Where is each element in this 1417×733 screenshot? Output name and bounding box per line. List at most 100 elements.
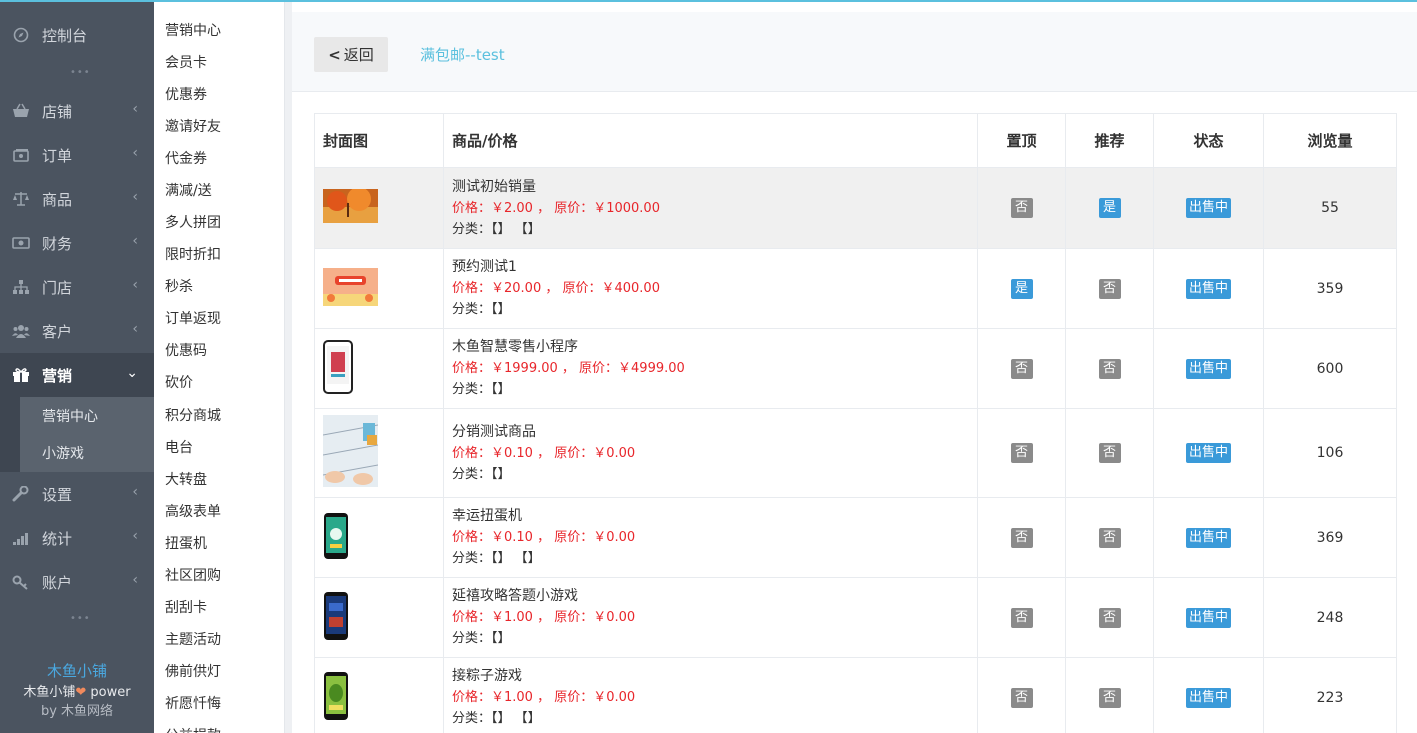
status-badge[interactable]: 出售中 <box>1185 358 1231 379</box>
view-count: 106 <box>1316 445 1344 461</box>
menu2-item[interactable]: 优惠券 <box>165 84 207 104</box>
rec-badge[interactable]: 否 <box>1098 443 1121 463</box>
menu2-item[interactable]: 订单返现 <box>165 308 221 328</box>
product-thumbnail[interactable] <box>323 267 443 310</box>
column-header-status: 状态 <box>1153 113 1264 168</box>
product-thumbnail[interactable] <box>323 339 443 398</box>
menu2-item[interactable]: 砍价 <box>165 372 193 392</box>
rec-badge[interactable]: 否 <box>1098 527 1121 548</box>
menu2-item[interactable]: 社区团购 <box>165 565 221 585</box>
menu2-item[interactable]: 会员卡 <box>165 52 207 72</box>
rec-badge[interactable]: 否 <box>1098 687 1121 708</box>
heart-icon: ❤ <box>75 685 87 700</box>
menu2-item[interactable]: 电台 <box>165 437 193 457</box>
back-button[interactable]: < 返回 <box>314 37 388 72</box>
footer-brand[interactable]: 木鱼小铺 <box>0 660 154 681</box>
recommend-cell: 否 <box>1065 577 1154 658</box>
table-row[interactable]: 接粽子游戏 价格：￥1.00 ， 原价：￥0.00 分类：【】 【】 否 否 出售中 223 <box>314 657 1397 733</box>
sidebar-item-marketing[interactable]: 营销 ⌄ <box>0 353 154 397</box>
top-badge[interactable]: 否 <box>1010 443 1033 463</box>
menu2-item[interactable]: 祈愿忏悔 <box>165 693 221 713</box>
product-name[interactable]: 幸运扭蛋机 <box>452 506 977 527</box>
product-price: 价格：￥1.00 ， 原价：￥0.00 <box>452 690 636 705</box>
table-row[interactable]: 幸运扭蛋机 价格：￥0.10 ， 原价：￥0.00 分类：【】 【】 否 否 出售中 369 <box>314 497 1397 578</box>
product-thumbnail[interactable] <box>323 512 443 564</box>
product-category: 分类：【】 【】 <box>452 221 541 237</box>
menu2-item[interactable]: 限时折扣 <box>165 244 221 264</box>
menu2-item[interactable]: 邀请好友 <box>165 116 221 136</box>
sidebar-item-orders[interactable]: 订单 ‹ <box>0 133 154 177</box>
sidebar-item-settings[interactable]: 设置 ‹ <box>0 472 154 516</box>
sidebar-item-label: 控制台 <box>42 27 88 45</box>
table-row[interactable]: 分销测试商品 价格：￥0.10 ， 原价：￥0.00 分类：【】 否 否 出售中 106 <box>314 408 1397 498</box>
top-badge[interactable]: 否 <box>1010 198 1033 218</box>
table-row[interactable]: 木鱼智慧零售小程序 价格：￥1999.00 ， 原价：￥4999.00 分类：【】 否… <box>314 328 1397 409</box>
views-cell: 369 <box>1263 497 1397 578</box>
top-badge[interactable]: 否 <box>1010 607 1033 628</box>
menu2-item[interactable]: 刮刮卡 <box>165 597 207 617</box>
table-row[interactable]: 预约测试1 价格：￥20.00 ， 原价：￥400.00 分类：【】 是 否 出售中 359 <box>314 248 1397 329</box>
product-name[interactable]: 测试初始销量 <box>452 177 977 198</box>
footer-by: by 木鱼网络 <box>0 700 154 719</box>
product-name[interactable]: 木鱼智慧零售小程序 <box>452 337 977 358</box>
product-name[interactable]: 接粽子游戏 <box>452 666 977 687</box>
sidebar-item-customers[interactable]: 客户 ‹ <box>0 309 154 353</box>
sidebar-item-products[interactable]: 商品 ‹ <box>0 177 154 221</box>
footer-company[interactable]: 木鱼网络 <box>61 704 113 719</box>
product-thumbnail[interactable] <box>323 671 443 725</box>
status-badge[interactable]: 出售中 <box>1185 443 1231 463</box>
status-badge[interactable]: 出售中 <box>1185 278 1231 299</box>
product-name[interactable]: 分销测试商品 <box>452 422 977 443</box>
product-info-cell: 测试初始销量 价格：￥2.00 ， 原价：￥1000.00 分类：【】 【】 <box>443 167 978 249</box>
status-badge[interactable]: 出售中 <box>1185 607 1231 628</box>
menu2-item[interactable]: 代金券 <box>165 148 207 168</box>
menu2-item[interactable]: 扭蛋机 <box>165 533 207 553</box>
table-row[interactable]: 延禧攻略答题小游戏 价格：￥1.00 ， 原价：￥0.00 分类：【】 否 否 出售中 24… <box>314 577 1397 658</box>
menu2-item[interactable]: 佛前供灯 <box>165 661 221 681</box>
menu2-item[interactable]: 满减/送 <box>165 180 212 200</box>
top-badge[interactable]: 否 <box>1010 358 1033 379</box>
sidebar-item-store[interactable]: 店铺 ‹ <box>0 89 154 133</box>
status-cell: 出售中 <box>1153 408 1264 498</box>
sidebar-item-account[interactable]: 账户 ‹ <box>0 560 154 604</box>
menu2-item[interactable]: 高级表单 <box>165 501 221 521</box>
rec-badge[interactable]: 否 <box>1098 278 1121 299</box>
sidebar-item-dashboard[interactable]: 控制台 <box>0 13 154 57</box>
product-name[interactable]: 延禧攻略答题小游戏 <box>452 586 977 607</box>
top-badge[interactable]: 是 <box>1010 278 1033 299</box>
rec-badge[interactable]: 否 <box>1098 358 1121 379</box>
chevron-left-icon: ‹ <box>132 145 138 161</box>
menu2-item[interactable]: 多人拼团 <box>165 212 221 232</box>
menu2-item[interactable]: 优惠码 <box>165 340 207 360</box>
product-price: 价格：￥20.00 ， 原价：￥400.00 <box>452 281 660 296</box>
menu2-item[interactable]: 公益捐款 <box>165 725 221 733</box>
product-table: 封面图 商品/价格 置顶 推荐 状态 浏览量 测试初始销量 价格：￥2.00 ， … <box>314 113 1397 733</box>
rec-badge[interactable]: 否 <box>1098 607 1121 628</box>
product-thumbnail[interactable] <box>323 187 443 227</box>
menu2-item[interactable]: 秒杀 <box>165 276 193 296</box>
product-thumbnail[interactable] <box>323 591 443 645</box>
menu2-item[interactable]: 营销中心 <box>165 20 221 40</box>
menu2-item[interactable]: 积分商城 <box>165 405 221 425</box>
product-thumbnail[interactable] <box>322 415 443 491</box>
rec-badge[interactable]: 是 <box>1098 198 1121 218</box>
menu2-item[interactable]: 主题活动 <box>165 629 221 649</box>
submenu-item-marketing-center[interactable]: 营销中心 <box>42 406 98 426</box>
submenu-item-mini-games[interactable]: 小游戏 <box>42 443 84 463</box>
menu2-item[interactable]: 大转盘 <box>165 469 207 489</box>
status-cell: 出售中 <box>1153 167 1264 249</box>
chevron-left-icon: ‹ <box>132 233 138 249</box>
top-badge[interactable]: 否 <box>1010 687 1033 708</box>
sidebar-item-finance[interactable]: 财务 ‹ <box>0 221 154 265</box>
status-badge[interactable]: 出售中 <box>1185 527 1231 548</box>
status-badge[interactable]: 出售中 <box>1185 198 1231 218</box>
footer-power: 木鱼小铺❤ power <box>0 681 154 700</box>
top-badge[interactable]: 否 <box>1010 527 1033 548</box>
sidebar-item-stats[interactable]: 统计 ‹ <box>0 516 154 560</box>
view-count: 223 <box>1316 689 1344 706</box>
table-row[interactable]: 测试初始销量 价格：￥2.00 ， 原价：￥1000.00 分类：【】 【】 否 是 出售… <box>314 167 1397 249</box>
sidebar-item-stores[interactable]: 门店 ‹ <box>0 265 154 309</box>
product-name[interactable]: 预约测试1 <box>452 257 977 278</box>
status-badge[interactable]: 出售中 <box>1185 687 1231 708</box>
cover-cell <box>314 577 444 658</box>
